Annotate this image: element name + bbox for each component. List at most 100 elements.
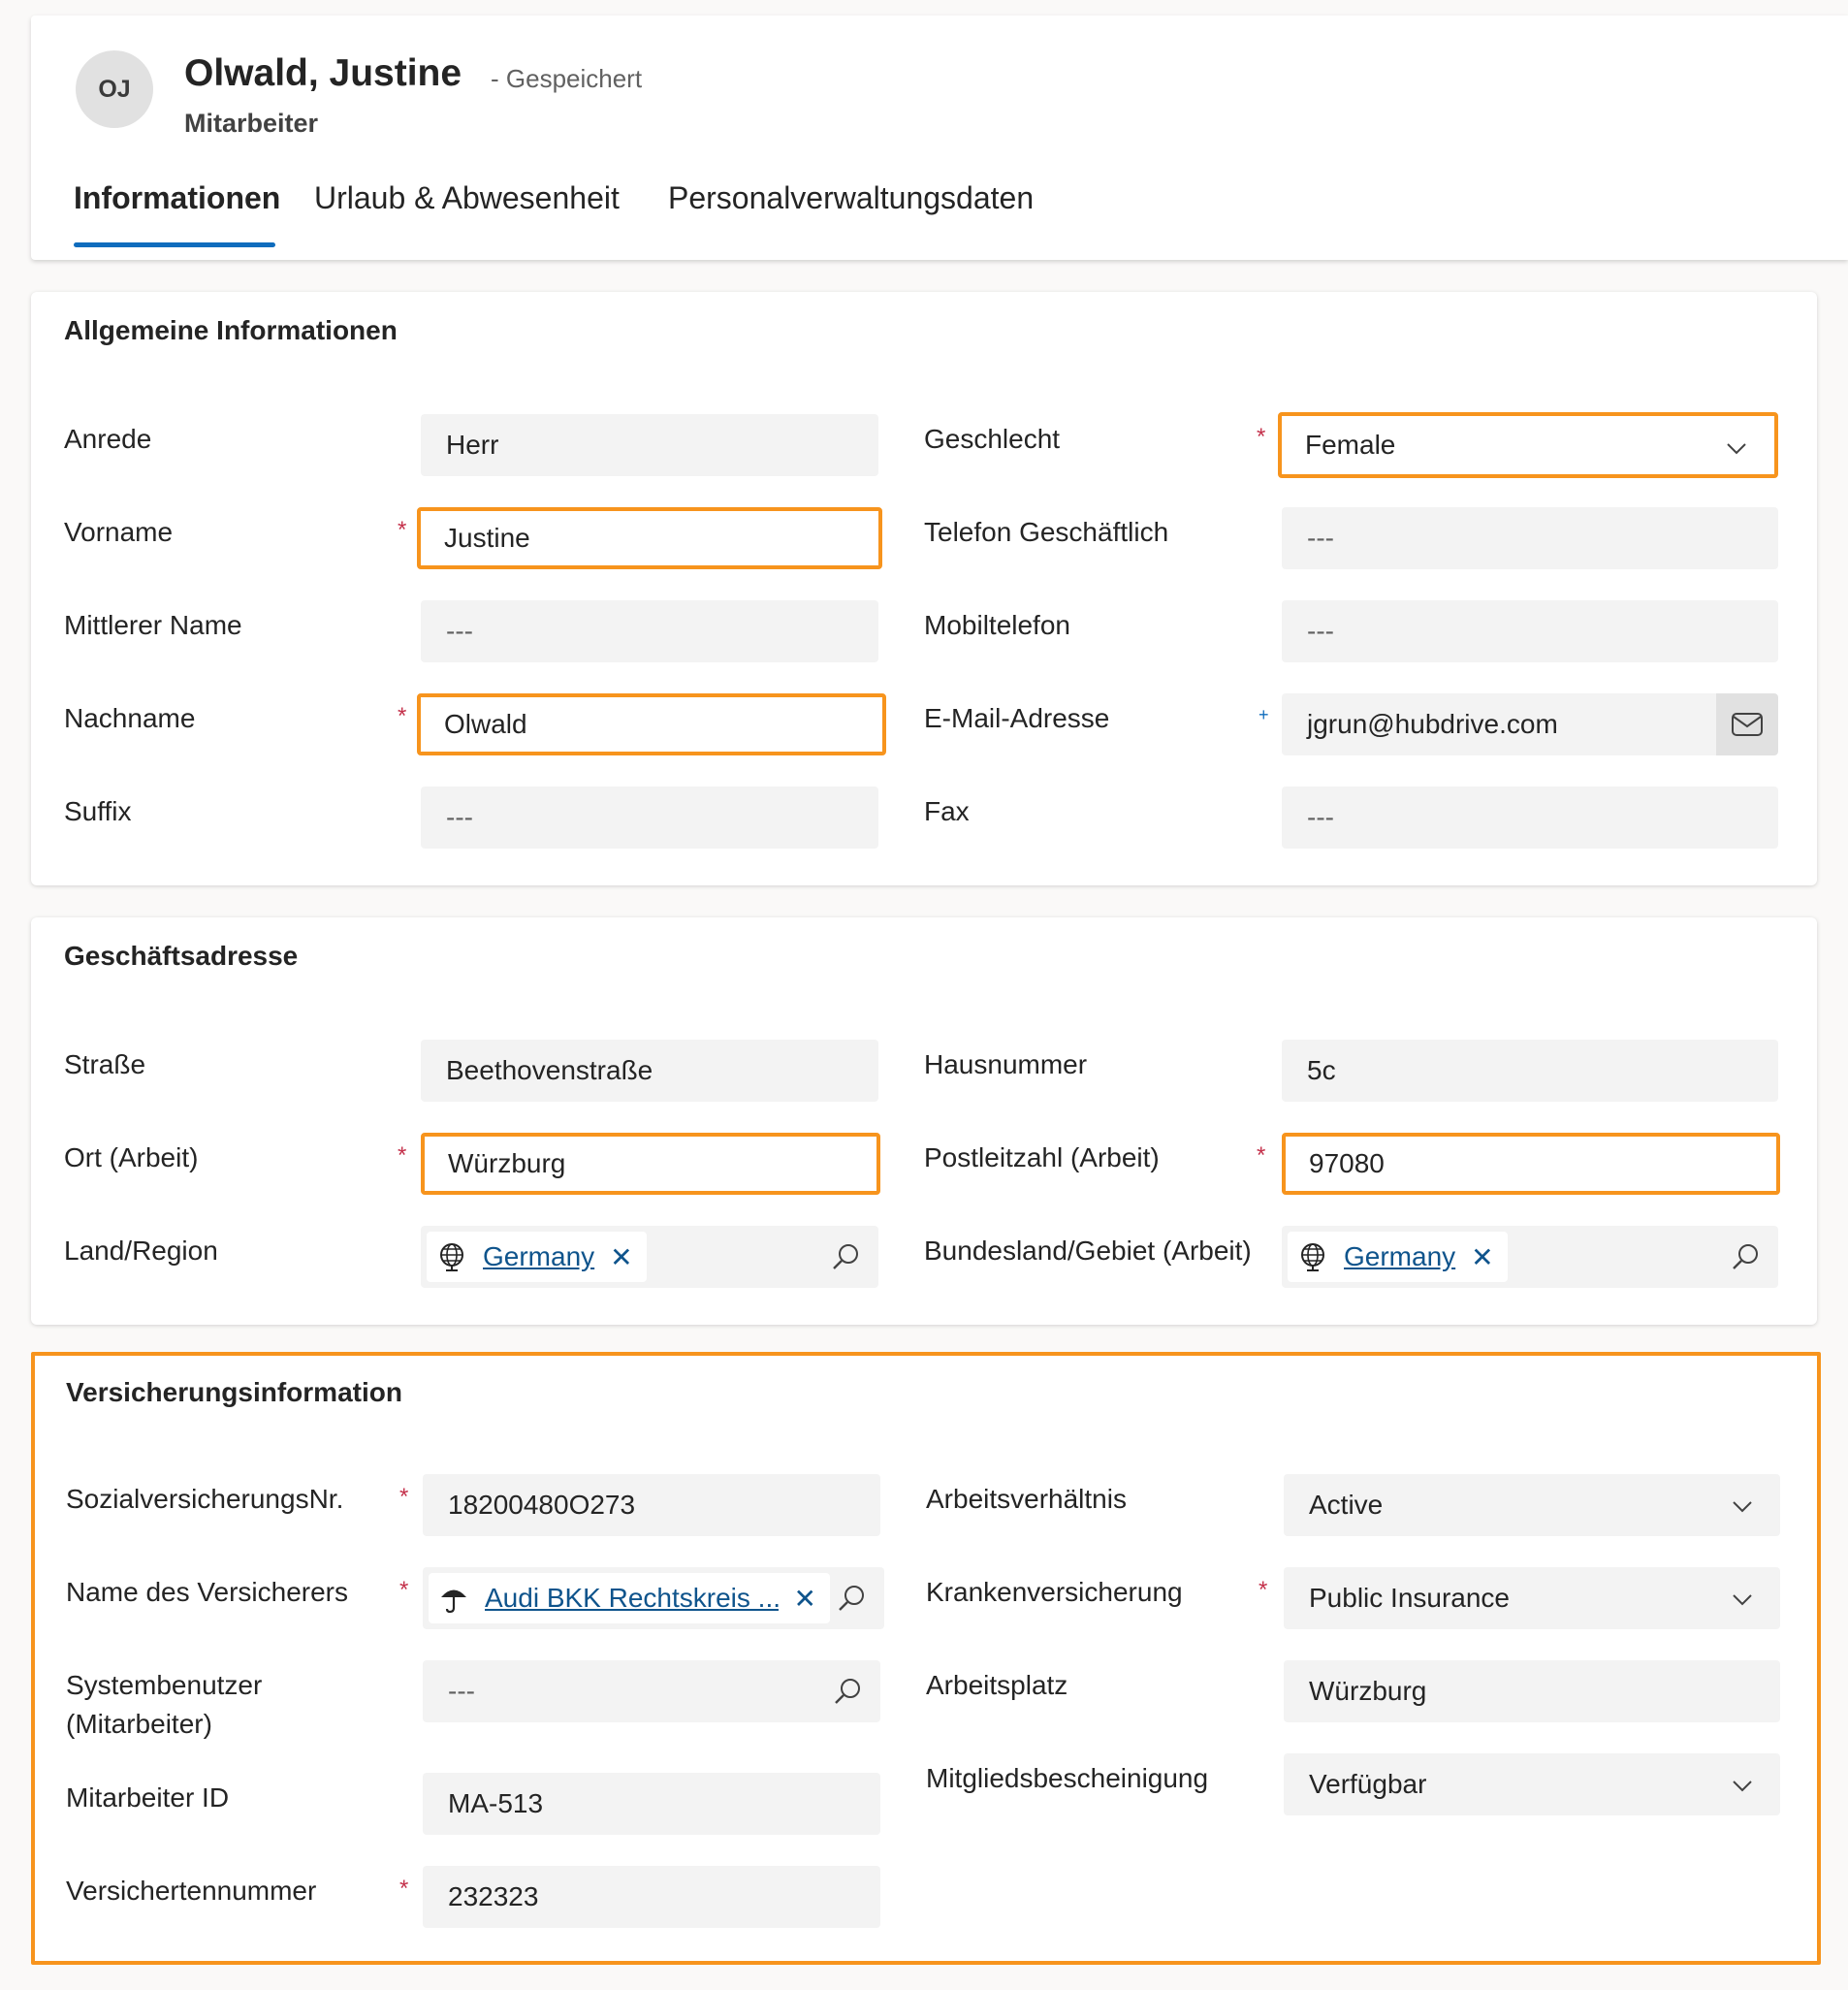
recommended-marker: + xyxy=(1259,705,1269,724)
required-marker: * xyxy=(398,703,407,729)
label-vorname: Vorname xyxy=(64,517,174,547)
anrede-value: Herr xyxy=(446,430,499,460)
close-icon[interactable]: ✕ xyxy=(794,1583,816,1615)
versicherer-tag[interactable]: Audi BKK Rechtskreis ... ✕ xyxy=(429,1573,830,1623)
versicherer-link[interactable]: Audi BKK Rechtskreis ... xyxy=(485,1583,779,1614)
label-systembenutzer: Systembenutzer xyxy=(66,1670,263,1700)
versicherer-lookup[interactable]: Audi BKK Rechtskreis ... ✕ xyxy=(423,1567,884,1629)
section-title: Geschäftsadresse xyxy=(64,941,299,971)
section-title: Allgemeine Informationen xyxy=(64,315,398,345)
search-icon[interactable] xyxy=(832,1676,863,1707)
umbrella-icon xyxy=(441,1589,466,1614)
tab-personalverwaltungsdaten[interactable]: Personalverwaltungsdaten xyxy=(668,180,1034,216)
mail-icon xyxy=(1732,713,1763,736)
bundesland-tag[interactable]: Germany ✕ xyxy=(1288,1232,1508,1282)
geschlecht-value: Female xyxy=(1305,430,1396,460)
save-status: - Gespeichert xyxy=(491,64,643,93)
mitarbeiter-id-field[interactable]: MA-513 xyxy=(423,1773,880,1835)
land-region-link[interactable]: Germany xyxy=(483,1241,594,1272)
bundesland-link[interactable]: Germany xyxy=(1344,1241,1455,1272)
ort-field[interactable]: Würzburg xyxy=(421,1133,880,1195)
vorname-field[interactable]: Justine xyxy=(417,507,882,569)
required-marker: * xyxy=(1259,1577,1268,1603)
search-icon[interactable] xyxy=(830,1241,861,1272)
mobiltelefon-field[interactable]: --- xyxy=(1282,600,1778,662)
mitarbeiter-id-value: MA-513 xyxy=(448,1788,544,1818)
hausnummer-field[interactable]: 5c xyxy=(1282,1040,1778,1102)
label-fax: Fax xyxy=(924,796,970,826)
telefon-geschaeftlich-field[interactable]: --- xyxy=(1282,507,1778,569)
chevron-down-icon xyxy=(1727,443,1746,455)
section-title: Versicherungsinformation xyxy=(66,1377,402,1407)
land-region-tag[interactable]: Germany ✕ xyxy=(427,1232,647,1282)
close-icon[interactable]: ✕ xyxy=(610,1241,632,1273)
fax-field[interactable]: --- xyxy=(1282,786,1778,849)
section-allgemeine-informationen: Allgemeine Informationen Anrede Herr Vor… xyxy=(31,292,1817,885)
label-postleitzahl: Postleitzahl (Arbeit) xyxy=(924,1142,1160,1172)
krankenversicherung-value: Public Insurance xyxy=(1309,1583,1511,1613)
globe-icon xyxy=(440,1243,463,1271)
postleitzahl-field[interactable]: 97080 xyxy=(1282,1133,1780,1195)
required-marker: * xyxy=(399,1577,409,1603)
label-email: E-Mail-Adresse xyxy=(924,703,1110,733)
strasse-field[interactable]: Beethovenstraße xyxy=(421,1040,878,1102)
versichertennummer-field[interactable]: 232323 xyxy=(423,1866,880,1928)
krankenversicherung-dropdown[interactable]: Public Insurance xyxy=(1284,1567,1780,1629)
required-marker: * xyxy=(398,517,407,543)
label-mobiltelefon: Mobiltelefon xyxy=(924,610,1070,640)
globe-icon xyxy=(1301,1243,1324,1271)
label-land-region: Land/Region xyxy=(64,1236,218,1266)
required-marker: * xyxy=(399,1876,409,1902)
fax-value: --- xyxy=(1307,802,1334,832)
label-telefon-geschaeftlich: Telefon Geschäftlich xyxy=(924,517,1169,547)
label-nachname: Nachname xyxy=(64,703,196,733)
land-region-lookup[interactable]: Germany ✕ xyxy=(421,1226,878,1288)
section-versicherungsinformation: Versicherungsinformation Sozialversicher… xyxy=(31,1352,1821,1965)
label-hausnummer: Hausnummer xyxy=(924,1049,1088,1079)
mittlerer-name-value: --- xyxy=(446,616,473,646)
label-geschlecht: Geschlecht xyxy=(924,424,1061,454)
suffix-value: --- xyxy=(446,802,473,832)
arbeitsverhaeltnis-dropdown[interactable]: Active xyxy=(1284,1474,1780,1536)
label-versichertennummer: Versichertennummer xyxy=(66,1876,317,1906)
entity-name: Mitarbeiter xyxy=(184,109,319,138)
hausnummer-value: 5c xyxy=(1307,1055,1336,1085)
systembenutzer-lookup[interactable]: --- xyxy=(423,1660,880,1722)
chevron-down-icon xyxy=(1733,1594,1752,1606)
nachname-field[interactable]: Olwald xyxy=(417,693,886,755)
label-ort: Ort (Arbeit) xyxy=(64,1142,199,1172)
chevron-down-icon xyxy=(1733,1501,1752,1513)
arbeitsverhaeltnis-value: Active xyxy=(1309,1490,1384,1520)
vorname-value: Justine xyxy=(444,523,530,553)
send-email-button[interactable] xyxy=(1716,693,1778,755)
email-field[interactable]: jgrun@hubdrive.com xyxy=(1282,693,1778,755)
mitgliedsbescheinigung-dropdown[interactable]: Verfügbar xyxy=(1284,1753,1780,1815)
geschlecht-dropdown[interactable]: Female xyxy=(1278,412,1778,478)
tab-urlaub-abwesenheit[interactable]: Urlaub & Abwesenheit xyxy=(314,180,620,216)
record-title: Olwald, Justine xyxy=(184,52,462,94)
section-geschaeftsadresse: Geschäftsadresse Straße Beethovenstraße … xyxy=(31,917,1817,1325)
sozialversicherungsnr-field[interactable]: 18200480O273 xyxy=(423,1474,880,1536)
bundesland-lookup[interactable]: Germany ✕ xyxy=(1282,1226,1778,1288)
active-tab-indicator xyxy=(74,242,275,247)
search-icon[interactable] xyxy=(836,1583,867,1614)
required-marker: * xyxy=(1257,424,1266,450)
label-strasse: Straße xyxy=(64,1049,146,1079)
mitgliedsbescheinigung-value: Verfügbar xyxy=(1309,1769,1427,1799)
anrede-field[interactable]: Herr xyxy=(421,414,878,476)
chevron-down-icon xyxy=(1733,1781,1752,1792)
versichertennummer-value: 232323 xyxy=(448,1881,539,1911)
label-name-des-versicherers: Name des Versicherers xyxy=(66,1577,349,1607)
mittlerer-name-field[interactable]: --- xyxy=(421,600,878,662)
search-icon[interactable] xyxy=(1730,1241,1761,1272)
tab-informationen[interactable]: Informationen xyxy=(74,180,280,216)
label-arbeitsverhaeltnis: Arbeitsverhältnis xyxy=(926,1484,1127,1514)
arbeitsplatz-field[interactable]: Würzburg xyxy=(1284,1660,1780,1722)
required-marker: * xyxy=(399,1484,409,1510)
required-marker: * xyxy=(398,1142,407,1169)
label-krankenversicherung: Krankenversicherung xyxy=(926,1577,1183,1607)
suffix-field[interactable]: --- xyxy=(421,786,878,849)
close-icon[interactable]: ✕ xyxy=(1471,1241,1493,1273)
mobiltelefon-value: --- xyxy=(1307,616,1334,646)
sozialversicherungsnr-value: 18200480O273 xyxy=(448,1490,636,1520)
